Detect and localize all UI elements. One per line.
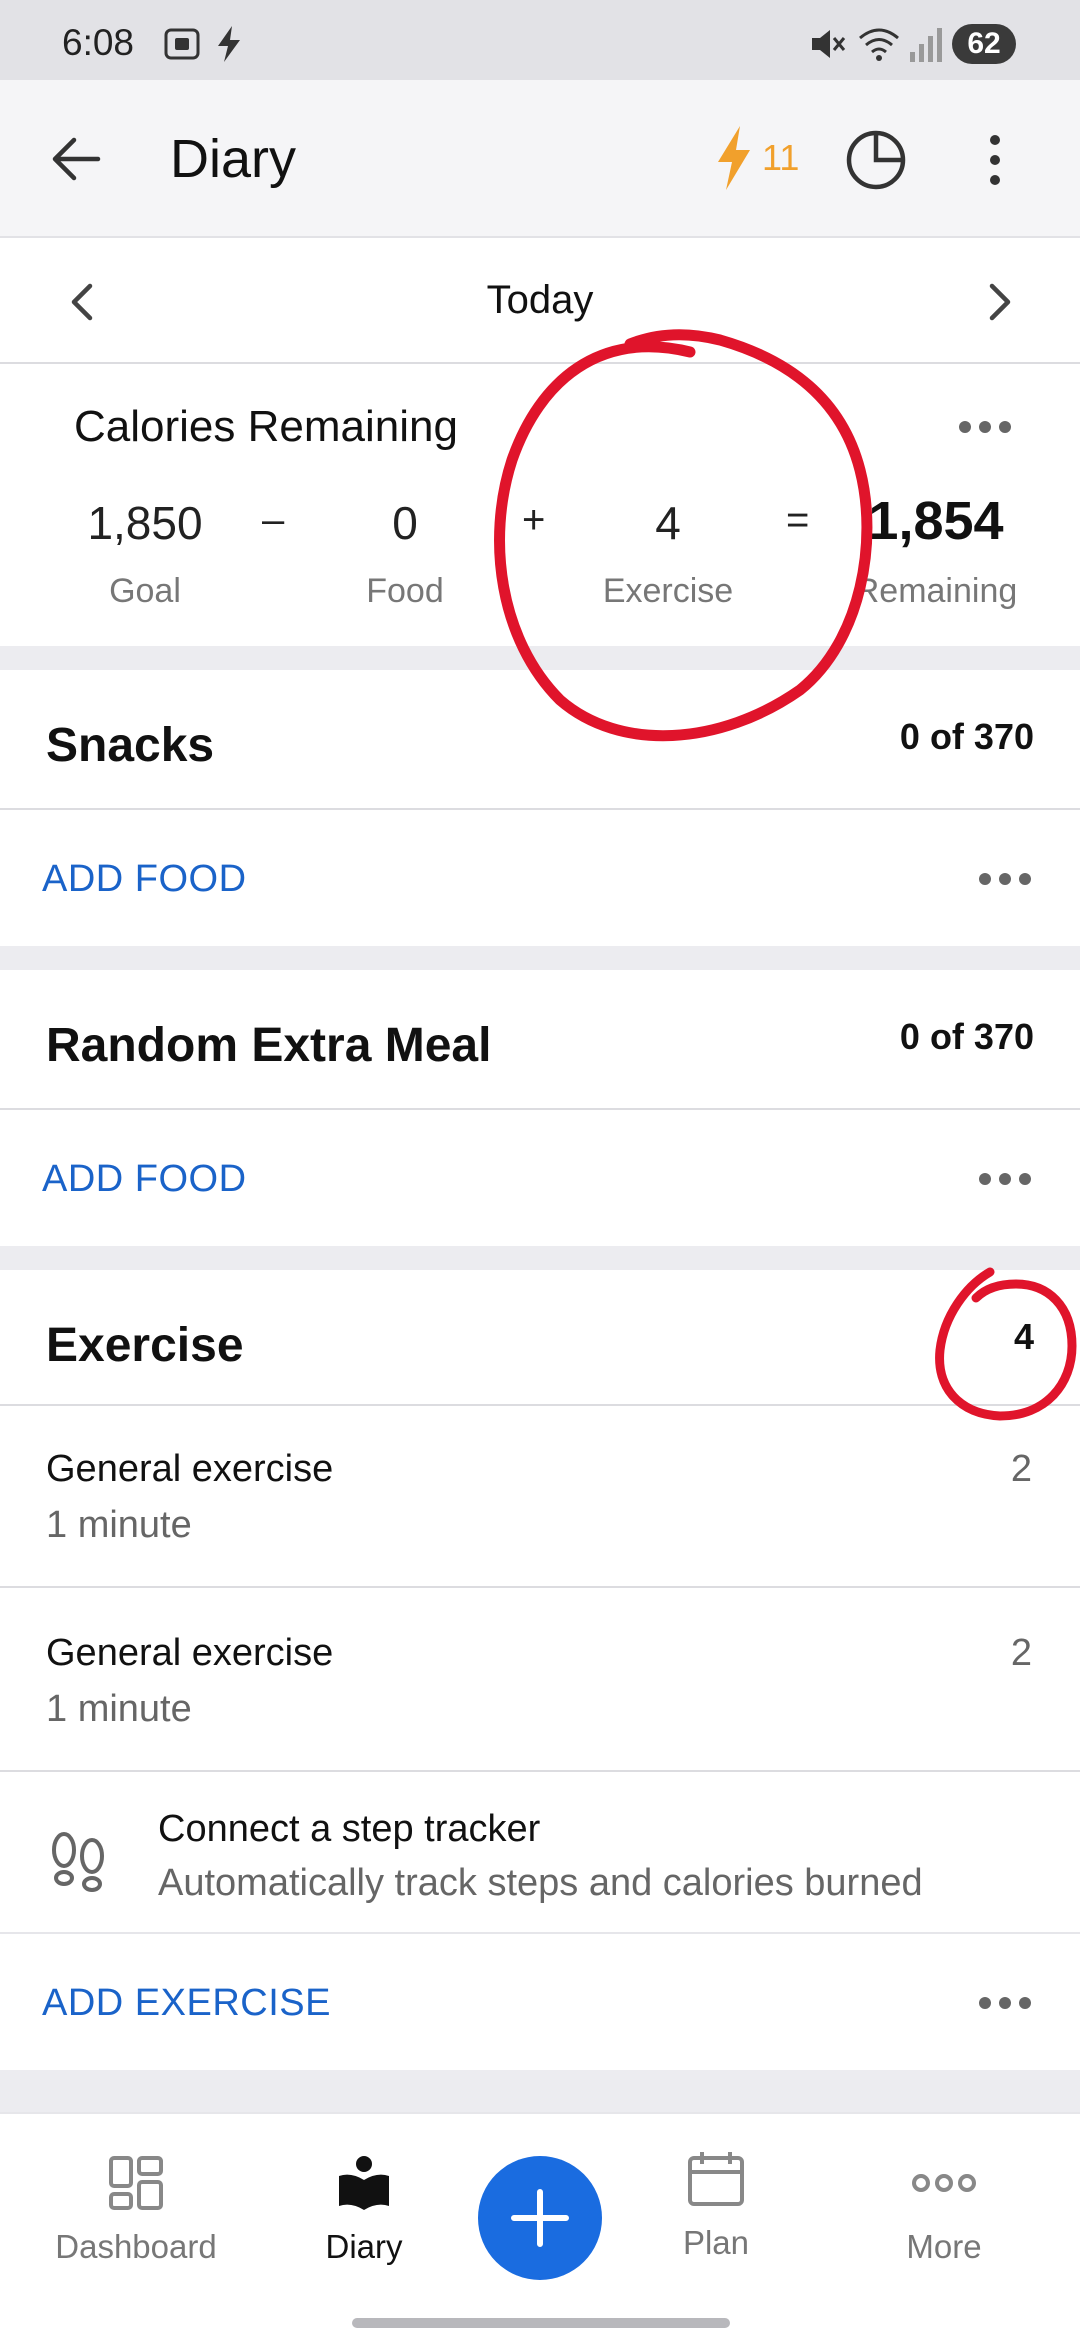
food-label: Food [366, 572, 444, 610]
plus-operator: + [522, 498, 546, 542]
goal-value: 1,850 [87, 497, 203, 549]
snacks-calories: 0 of 370 [899, 716, 1034, 757]
status-time: 6:08 [62, 22, 135, 63]
exercise-entry[interactable]: General exercise 1 minute 2 [0, 1590, 1080, 1772]
exercise-duration: 1 minute [46, 1688, 192, 1730]
date-navigator: Today [0, 240, 1080, 364]
nav-diary-label: Diary [325, 2228, 403, 2265]
exercise-calories: 2 [1010, 1448, 1032, 1490]
exercise-label: Exercise [602, 572, 734, 610]
screenshot-icon [164, 28, 200, 60]
step-tracker-subtitle: Automatically track steps and calories b… [158, 1862, 923, 1904]
diary-book-icon [339, 2156, 389, 2210]
snacks-add-food-button[interactable]: ADD FOOD [42, 858, 247, 901]
page-title: Diary [170, 129, 297, 189]
exercise-section-header: Exercise 4 [0, 1270, 1080, 1406]
goal-label: Goal [109, 572, 181, 610]
exercise-name: General exercise [46, 1632, 334, 1674]
back-arrow-icon[interactable] [46, 128, 108, 190]
section-divider [0, 946, 1080, 970]
snacks-title: Snacks [46, 719, 215, 772]
section-divider [0, 2070, 1080, 2112]
minus-operator: – [262, 498, 285, 542]
overflow-menu-icon[interactable] [980, 128, 1010, 192]
calories-remaining-card[interactable]: Calories Remaining 1,850 Goal – 0 Food +… [0, 364, 1080, 646]
extra-meal-section-header: Random Extra Meal 0 of 370 [0, 970, 1080, 1110]
mute-icon [812, 30, 846, 58]
extra-meal-title: Random Extra Meal [46, 1019, 492, 1072]
more-dots-icon[interactable] [978, 872, 1032, 886]
exercise-calories: 2 [1010, 1632, 1032, 1674]
footprints-icon [52, 1832, 104, 1892]
extra-meal-calories: 0 of 370 [899, 1016, 1034, 1057]
nav-more-label: More [906, 2228, 982, 2265]
nav-plan[interactable]: Plan [656, 2150, 776, 2262]
nav-dashboard-label: Dashboard [55, 2228, 217, 2265]
exercise-entry[interactable]: General exercise 1 minute 2 [0, 1406, 1080, 1588]
nav-more[interactable]: More [884, 2154, 1004, 2266]
streak-badge[interactable]: 11 [712, 122, 799, 194]
remaining-label: Remaining [854, 572, 1018, 610]
nav-dashboard[interactable]: Dashboard [46, 2154, 226, 2266]
more-dots-icon[interactable] [978, 1996, 1032, 2010]
exercise-total-calories: 4 [1013, 1316, 1034, 1357]
current-date-label[interactable]: Today [0, 278, 1080, 323]
charging-bolt-icon [218, 26, 240, 62]
exercise-add-row: ADD EXERCISE [0, 1934, 1080, 2070]
exercise-duration: 1 minute [46, 1504, 192, 1546]
home-indicator[interactable] [352, 2318, 730, 2328]
nav-plan-label: Plan [682, 2224, 750, 2261]
app-bar: Diary 11 [0, 80, 1080, 238]
exercise-value: 4 [655, 497, 681, 549]
add-exercise-button[interactable]: ADD EXERCISE [42, 1982, 331, 2025]
add-fab-button[interactable] [478, 2156, 602, 2280]
plus-icon [511, 2189, 569, 2247]
exercise-name: General exercise [46, 1448, 334, 1490]
chevron-right-icon[interactable] [980, 280, 1020, 324]
status-bar: 6:08 62 [0, 0, 1080, 80]
connect-step-tracker-row[interactable]: Connect a step tracker Automatically tra… [0, 1778, 1080, 1934]
nav-diary[interactable]: Diary [304, 2154, 424, 2266]
more-dots-icon[interactable] [958, 420, 1012, 434]
bottom-navigation: Dashboard Diary Plan More [0, 2112, 1080, 2340]
lightning-bolt-icon [718, 126, 750, 190]
extra-meal-add-row: ADD FOOD [0, 1110, 1080, 1246]
battery-icon: 62 [952, 24, 1016, 64]
more-dots-icon[interactable] [978, 1172, 1032, 1186]
section-divider [0, 1246, 1080, 1270]
more-dots-icon [912, 2174, 976, 2192]
pie-chart-icon[interactable] [844, 128, 908, 192]
signal-icon [910, 28, 942, 62]
food-value: 0 [392, 497, 418, 549]
exercise-title: Exercise [46, 1319, 244, 1372]
snacks-section-header: Snacks 0 of 370 [0, 670, 1080, 810]
extra-meal-add-food-button[interactable]: ADD FOOD [42, 1158, 247, 1201]
equals-operator: = [786, 498, 810, 542]
wifi-icon [859, 28, 899, 61]
streak-count: 11 [762, 137, 800, 178]
calendar-icon [688, 2152, 744, 2206]
dashboard-icon [109, 2156, 163, 2210]
remaining-value: 1,854 [868, 491, 1004, 551]
step-tracker-title: Connect a step tracker [158, 1808, 541, 1850]
snacks-add-row: ADD FOOD [0, 810, 1080, 946]
calories-title: Calories Remaining [74, 402, 458, 451]
section-divider [0, 646, 1080, 670]
